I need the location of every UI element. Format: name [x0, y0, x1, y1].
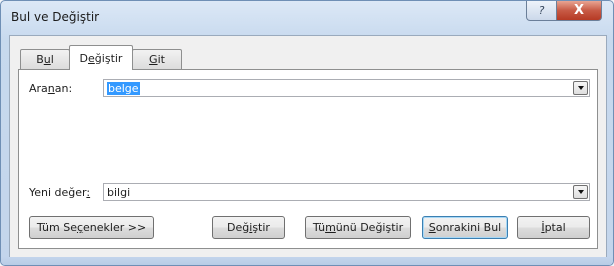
replace-dropdown-button[interactable]: [573, 185, 588, 199]
replace-all-button[interactable]: Tü m ünü Değiştir: [305, 216, 411, 239]
close-button[interactable]: X: [556, 1, 602, 21]
replace-with-combobox[interactable]: bilgi: [103, 183, 590, 201]
tab-replace[interactable]: De ğiştir: [69, 45, 133, 70]
more-options-button[interactable]: Tüm Se ç enekler >>: [29, 216, 154, 239]
replace-label: Yeni değer:: [29, 186, 91, 199]
find-replace-dialog: Bul ve Değiştir ? X Bul De ğiştir Git Ara…: [0, 0, 614, 266]
window-frame-bottom: [1, 257, 613, 265]
replace-tab-panel: Aranan: belge Yeni değer: bilgi Tüm Se ç e…: [18, 69, 598, 249]
replace-with-value: bilgi: [107, 186, 131, 199]
chevron-down-icon: [577, 86, 584, 90]
find-what-combobox[interactable]: belge: [103, 79, 590, 97]
close-icon: X: [573, 3, 585, 18]
help-icon: ?: [538, 4, 545, 17]
title-bar: Bul ve Değiştir ? X: [1, 1, 613, 35]
help-button[interactable]: ?: [526, 1, 557, 21]
dialog-title: Bul ve Değiştir: [11, 10, 100, 24]
find-dropdown-button[interactable]: [573, 81, 588, 95]
find-label: Aranan:: [29, 82, 73, 95]
dialog-body: Bul De ğiştir Git Aranan: belge Yeni değe…: [9, 35, 607, 259]
find-what-value: belge: [107, 82, 140, 95]
cancel-button[interactable]: İptal: [517, 216, 590, 239]
tab-find[interactable]: Bul: [20, 49, 70, 69]
find-next-button[interactable]: Sonrakini Bul: [422, 216, 508, 239]
chevron-down-icon: [577, 190, 584, 194]
tab-goto[interactable]: Git: [132, 49, 182, 69]
replace-button[interactable]: Değ i ştir: [212, 216, 285, 239]
